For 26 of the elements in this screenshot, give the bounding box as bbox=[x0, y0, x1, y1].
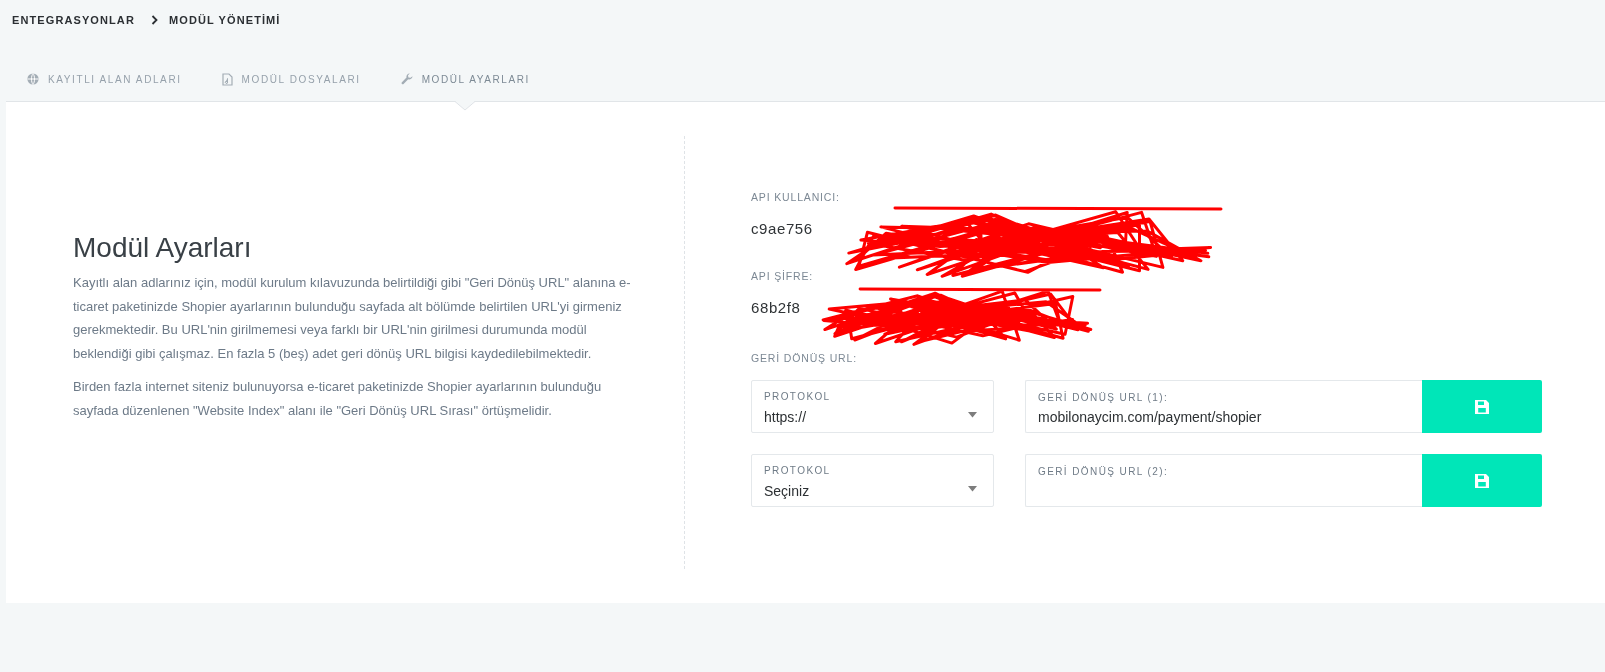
field-value: 68b2f8 bbox=[751, 298, 801, 318]
save-button[interactable] bbox=[1422, 454, 1542, 507]
description-text: Birden fazla internet siteniz bulunuyorsa e-ticaret paketinizde Shopier ayarlarının bulunduğu sayfada düzenlenen "Website Index" alanı ile "Geri Dönüş URL Sırası" örtüşmelidir. bbox=[73, 378, 603, 420]
field-value: c9ae756 bbox=[751, 219, 813, 239]
section-label: GERİ DÖNÜŞ URL: bbox=[751, 351, 857, 365]
save-button[interactable] bbox=[1422, 380, 1542, 433]
field-label: GERİ DÖNÜŞ URL (2): bbox=[1038, 465, 1169, 478]
chevron-right-icon bbox=[150, 15, 158, 25]
description-text: Kayıtlı alan adlarınız için, modül kurulum kılavuzunda belirtildiği gibi "Geri Dönüş URL" alanına e-ticaret paketinizde Shopier ayarlarının bulunduğu sayfada alt bölümde belirtilen URL'yi girmeniz gerekmektedir. Bu URL'nin girilmemesi veya farklı bir URL'nin girilmesi durumunda modül beklendiği gibi çalışmaz. En fazla 5 (beş) adet geri dönüş URL bilgisi kaydedilebilmektedir. bbox=[73, 274, 632, 363]
url-field[interactable]: GERİ DÖNÜŞ URL (2): bbox=[1025, 454, 1422, 507]
field-label: API ŞİFRE: bbox=[751, 269, 814, 283]
protocol-select[interactable]: PROTOKOL https:// bbox=[751, 380, 994, 433]
field-label: GERİ DÖNÜŞ URL (1): bbox=[1038, 391, 1169, 404]
page-heading: Modül Ayarları bbox=[73, 231, 252, 265]
field-label: API KULLANICI: bbox=[751, 190, 840, 204]
caret-down-icon bbox=[968, 486, 977, 492]
breadcrumb-link[interactable]: ENTEGRASYONLAR bbox=[12, 13, 135, 27]
caret-down-icon bbox=[968, 412, 977, 418]
wrench-icon bbox=[400, 73, 413, 85]
protocol-select[interactable]: PROTOKOL Seçiniz bbox=[751, 454, 994, 507]
field-label: PROTOKOL bbox=[764, 390, 831, 403]
globe-icon bbox=[27, 73, 39, 85]
url-field[interactable]: GERİ DÖNÜŞ URL (1): mobilonaycim.com/payment/shopier bbox=[1025, 380, 1422, 433]
breadcrumb-current: MODÜL YÖNETİMİ bbox=[168, 13, 281, 27]
document-icon bbox=[221, 72, 233, 86]
field-label: PROTOKOL bbox=[764, 464, 831, 477]
